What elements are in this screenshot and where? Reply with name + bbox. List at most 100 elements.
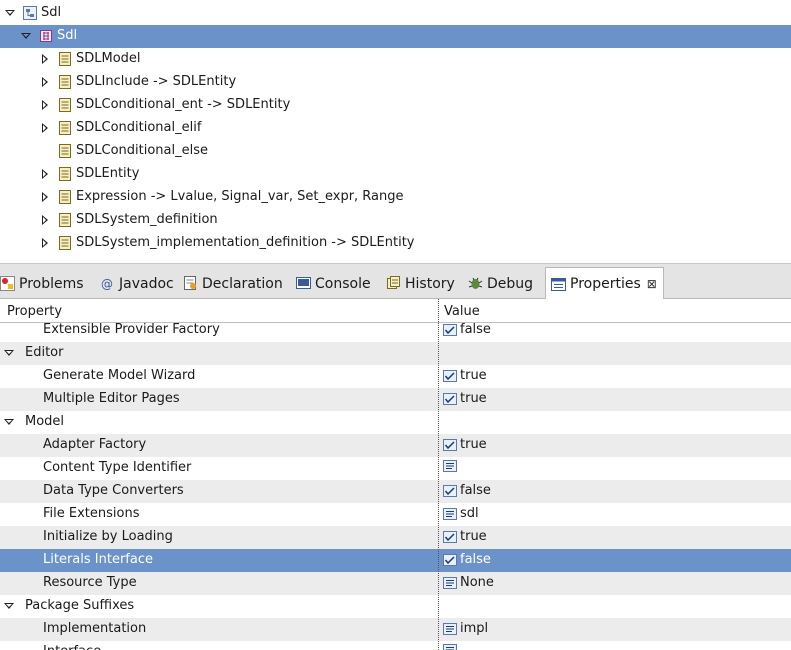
text-icon: [443, 507, 457, 520]
expand-arrow-closed-icon[interactable]: [40, 215, 50, 225]
expand-arrow-open-icon[interactable]: [4, 417, 14, 427]
tab-properties[interactable]: Properties ⊠: [545, 267, 664, 300]
class-icon: [58, 144, 72, 158]
property-category-row[interactable]: Model: [0, 411, 791, 434]
property-row[interactable]: Initialize by Loading true: [0, 526, 791, 549]
property-row[interactable]: Adapter Factory true: [0, 434, 791, 457]
tree-item[interactable]: Expression -> Lvalue, Signal_var, Set_ex…: [0, 186, 791, 209]
property-value-text: false: [460, 483, 491, 498]
property-value-text: None: [460, 575, 494, 590]
property-value-text: true: [460, 529, 487, 544]
property-value[interactable]: [443, 460, 460, 472]
expand-arrow-open-icon[interactable]: [5, 8, 15, 18]
properties-table[interactable]: Property Value Extensible Provider Facto…: [0, 299, 791, 650]
tab-label: Properties: [570, 276, 641, 292]
tree-item-label: SDLModel: [76, 51, 141, 66]
tab-label: Javadoc: [119, 275, 174, 292]
property-row[interactable]: File Extensions sdl: [0, 503, 791, 526]
expand-arrow-closed-icon[interactable]: [40, 192, 50, 202]
property-value[interactable]: false: [443, 322, 491, 337]
property-value[interactable]: false: [443, 552, 491, 567]
tab-label: Debug: [487, 275, 534, 292]
property-value[interactable]: None: [443, 575, 494, 590]
property-name: Implementation: [43, 621, 147, 636]
tree-item-label: SDLEntity: [76, 166, 140, 181]
expand-arrow-closed-icon[interactable]: [40, 54, 50, 64]
javadoc-icon: @: [100, 276, 115, 291]
property-value[interactable]: false: [443, 483, 491, 498]
tab-console[interactable]: Console: [296, 268, 371, 299]
boolean-icon: [443, 530, 457, 543]
text-icon: [443, 622, 457, 635]
expand-arrow-closed-icon[interactable]: [40, 77, 50, 87]
tab-declaration[interactable]: Declaration: [183, 268, 283, 299]
tab-debug[interactable]: Debug: [468, 268, 533, 299]
history-icon: [386, 276, 401, 291]
text-icon: [443, 576, 457, 589]
column-header-value[interactable]: Value: [444, 304, 480, 319]
property-value[interactable]: true: [443, 368, 487, 383]
tab-label: Problems: [19, 275, 84, 292]
class-icon: [58, 121, 72, 135]
property-row[interactable]: Generate Model Wizard true: [0, 365, 791, 388]
tab-history[interactable]: History: [386, 268, 455, 299]
property-value[interactable]: true: [443, 437, 487, 452]
expand-arrow-closed-icon[interactable]: [40, 169, 50, 179]
expand-arrow-open-icon[interactable]: [21, 31, 31, 41]
property-value[interactable]: impl: [443, 621, 488, 636]
tree-item[interactable]: SDLSystem_implementation_definition -> S…: [0, 232, 791, 255]
property-value-text: false: [460, 552, 491, 567]
class-icon: [58, 213, 72, 227]
tree-item[interactable]: SDLConditional_ent -> SDLEntity: [0, 94, 791, 117]
expand-arrow-open-icon[interactable]: [4, 601, 14, 611]
boolean-icon: [443, 553, 457, 566]
tree-item[interactable]: SDLInclude -> SDLEntity: [0, 71, 791, 94]
property-row[interactable]: Extensible Provider Factory false: [0, 319, 791, 342]
property-row[interactable]: Multiple Editor Pages true: [0, 388, 791, 411]
properties-icon: [551, 277, 566, 292]
property-row[interactable]: Data Type Converters false: [0, 480, 791, 503]
property-row[interactable]: Resource Type None: [0, 572, 791, 595]
property-value[interactable]: sdl: [443, 506, 479, 521]
column-header-property[interactable]: Property: [7, 304, 62, 319]
expand-arrow-closed-icon[interactable]: [40, 100, 50, 110]
property-value-text: true: [460, 391, 487, 406]
tree-item-label: SDLSystem_implementation_definition -> S…: [76, 235, 415, 250]
tree-item[interactable]: SDLConditional_elif: [0, 117, 791, 140]
tree-item-label: SDLConditional_ent -> SDLEntity: [76, 97, 291, 112]
column-divider[interactable]: [438, 299, 439, 650]
category-name: Model: [25, 414, 65, 429]
tree-item[interactable]: SDLSystem_definition: [0, 209, 791, 232]
property-value-text: impl: [460, 621, 489, 636]
tree-item[interactable]: SDLEntity: [0, 163, 791, 186]
tree-item[interactable]: SDLConditional_else: [0, 140, 791, 163]
close-tab-icon[interactable]: ⊠: [647, 277, 657, 291]
tree-item[interactable]: Sdl: [0, 25, 791, 48]
class-icon: [58, 52, 72, 66]
model-tree[interactable]: Sdl Sdl SDLModel SDLInclude -> SDLEntity SDL…: [0, 0, 791, 257]
property-value[interactable]: true: [443, 529, 487, 544]
property-row[interactable]: Implementation impl: [0, 618, 791, 641]
expand-arrow-closed-icon[interactable]: [40, 238, 50, 248]
expand-arrow-closed-icon[interactable]: [40, 123, 50, 133]
category-name: Editor: [25, 345, 64, 360]
property-category-row[interactable]: Package Suffixes: [0, 595, 791, 618]
tree-item[interactable]: Sdl: [0, 2, 791, 25]
property-category-row[interactable]: Editor: [0, 342, 791, 365]
expand-arrow-open-icon[interactable]: [4, 348, 14, 358]
declaration-icon: [183, 276, 198, 291]
property-row[interactable]: Literals Interface false: [0, 549, 791, 572]
property-row[interactable]: Interface: [0, 641, 791, 650]
property-name: Resource Type: [43, 575, 137, 590]
property-value[interactable]: true: [443, 391, 487, 406]
property-value[interactable]: [443, 644, 460, 650]
tree-item[interactable]: SDLModel: [0, 48, 791, 71]
problems-icon: [0, 276, 15, 291]
console-icon: [296, 276, 311, 291]
property-name: Data Type Converters: [43, 483, 184, 498]
tab-problems[interactable]: Problems: [0, 268, 84, 299]
property-row[interactable]: Content Type Identifier: [0, 457, 791, 480]
class-icon: [58, 236, 72, 250]
tree-item-label: SDLConditional_elif: [76, 120, 202, 135]
tab-javadoc[interactable]: @ Javadoc: [100, 268, 174, 299]
